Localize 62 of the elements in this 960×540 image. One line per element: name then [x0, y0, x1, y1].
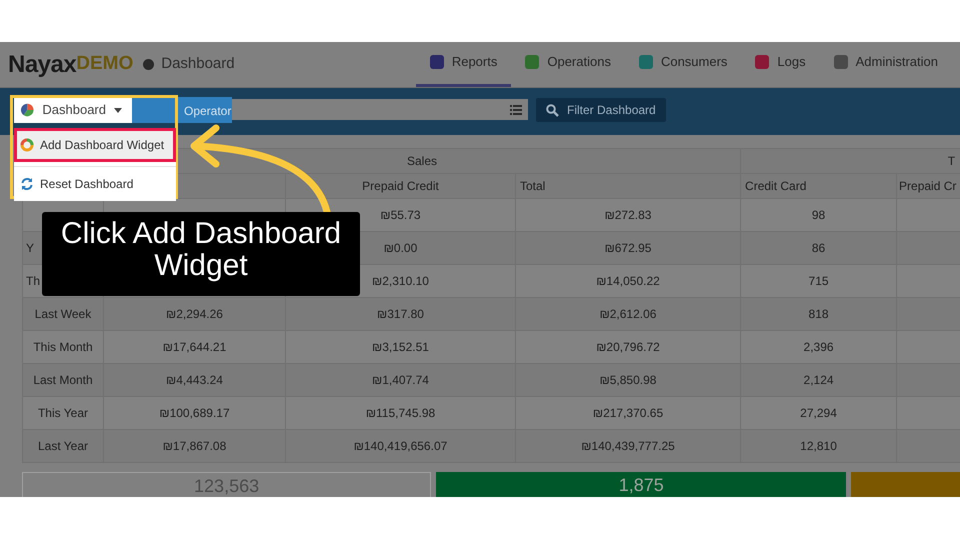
- table-cell: ₪14,050.22: [516, 264, 741, 298]
- dashboard-dropdown[interactable]: Dashboard: [14, 97, 132, 123]
- table-cell: ₪17,867.08: [104, 430, 286, 462]
- table-cell: ₪272.83: [516, 198, 741, 232]
- table-cell: 27,294: [740, 396, 897, 430]
- nav-tab[interactable]: Operations: [511, 42, 625, 87]
- nav-tab[interactable]: Administration: [820, 42, 952, 87]
- refresh-icon: [20, 177, 34, 191]
- menu-item[interactable]: Add Dashboard Widget: [14, 128, 176, 162]
- card-value: 1,875: [618, 475, 664, 495]
- table-cell: ₪3,152.51: [286, 330, 516, 364]
- table-cell: 818: [740, 298, 897, 330]
- pie-chart-icon: [20, 102, 34, 118]
- table-cell: ₪317.80: [286, 298, 516, 330]
- field-label: Operator: [132, 97, 232, 123]
- nav-tab[interactable]: Consumers: [624, 42, 742, 87]
- column-header: Prepaid Credit: [286, 174, 516, 198]
- column-header: Prepaid Cr: [896, 174, 960, 198]
- table-cell: ₪140,419,656.07: [286, 430, 516, 462]
- table-cell: ₪217,370.65: [516, 396, 741, 430]
- tab-icon: [638, 55, 653, 69]
- filter-button[interactable]: Filter Dashboard: [536, 98, 666, 122]
- table-cell: 715: [740, 264, 897, 298]
- tab-icon: [834, 55, 848, 69]
- dot-icon: [143, 59, 154, 70]
- nav-tab[interactable]: Logs: [741, 42, 820, 87]
- table-cell: ₪4,443.24: [104, 364, 286, 396]
- table-cell: 2,124: [740, 364, 897, 396]
- logo-text: Nayax: [8, 50, 76, 80]
- table-cell: 86: [740, 232, 897, 264]
- row-label: Last Week: [22, 298, 104, 330]
- tab-icon: [755, 55, 770, 69]
- column-header: Credit Card: [740, 174, 897, 198]
- table-cell: 2,396: [740, 330, 897, 364]
- callout-text: Click Add Dashboard Widget: [42, 212, 360, 296]
- table-cell: ₪2,294.26: [104, 298, 286, 330]
- row-label: This Month: [22, 330, 104, 364]
- operator-field[interactable]: [232, 99, 528, 120]
- table-cell: ₪5,850.98: [516, 364, 741, 396]
- table-cell: ₪115,745.98: [286, 396, 516, 430]
- search-icon: [546, 104, 559, 116]
- ring-icon: [20, 138, 34, 152]
- row-label: Last Month: [22, 364, 104, 396]
- table-cell: ₪140,439,777.25: [516, 430, 741, 462]
- list-icon: [510, 104, 522, 114]
- page-title: Dashboard: [161, 54, 235, 74]
- row-label: Last Year: [22, 430, 104, 462]
- tab-icon: [430, 55, 444, 69]
- column-header: Total: [516, 174, 741, 198]
- table-cell: ₪672.95: [516, 232, 741, 264]
- caret-icon: [114, 108, 122, 112]
- tab-icon: [525, 55, 540, 69]
- logo-suffix: DEMO: [76, 52, 134, 74]
- table-cell: 98: [740, 198, 897, 232]
- table-cell: ₪1,407.74: [286, 364, 516, 396]
- table-cell: ₪100,689.17: [104, 396, 286, 430]
- table-cell: ₪2,612.06: [516, 298, 741, 330]
- row-label: This Year: [22, 396, 104, 430]
- group-header: T: [740, 148, 960, 174]
- table-cell: ₪20,796.72: [516, 330, 741, 364]
- table-cell: 12,810: [740, 430, 897, 462]
- table-cell: ₪17,644.21: [104, 330, 286, 364]
